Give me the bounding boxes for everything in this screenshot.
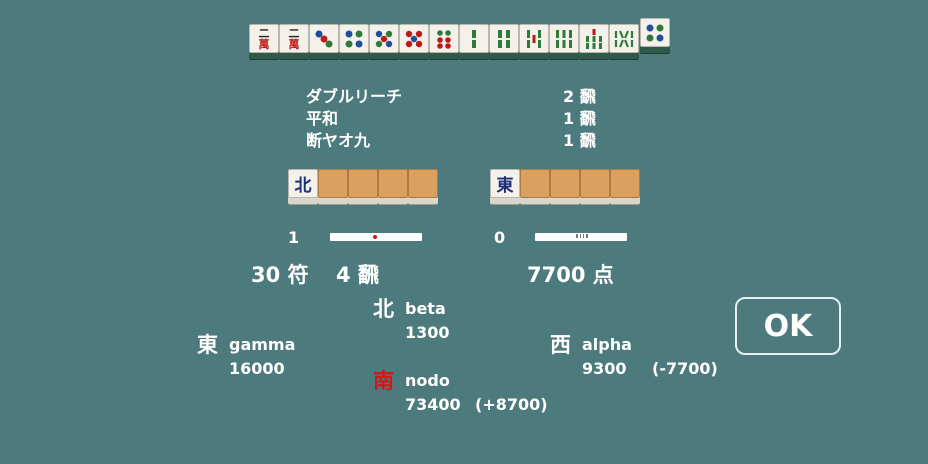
winning-hand: 二萬 二萬 xyxy=(249,18,670,60)
pin-5-tile xyxy=(369,24,399,53)
sou-5-tile xyxy=(519,24,549,53)
yaku-han-2: 1 飜 xyxy=(563,109,596,128)
east-player-score: 16000 xyxy=(229,359,285,378)
west-wind-label: 西 xyxy=(550,333,571,357)
yaku-name-2: 平和 xyxy=(306,109,339,128)
yaku-name-3: 断ヤオ九 xyxy=(306,131,371,150)
north-player-name: beta xyxy=(405,299,446,318)
south-player-delta: (+8700) xyxy=(475,395,548,414)
sou-6-tile xyxy=(549,24,579,53)
ok-button[interactable]: OK xyxy=(735,297,841,355)
pin-5-red-tile xyxy=(399,24,429,53)
man-2-tile: 二萬 xyxy=(249,24,279,53)
tile-back xyxy=(550,169,580,198)
yaku-han-1: 2 飜 xyxy=(563,87,596,106)
south-player-score: 73400 xyxy=(405,395,461,414)
pin-3-tile xyxy=(309,24,339,53)
north-wind-tile: 北 xyxy=(288,169,318,198)
sou-2-tile xyxy=(459,24,489,53)
sou-8-tile xyxy=(609,24,639,53)
sou-7-tile xyxy=(579,24,609,53)
dora-indicators: 北 xyxy=(288,169,438,198)
north-wind-label: 北 xyxy=(373,297,394,321)
west-player-name: alpha xyxy=(582,335,632,354)
tile-back xyxy=(318,169,348,198)
east-wind-tile: 東 xyxy=(490,169,520,198)
honba-stick-icon xyxy=(330,233,422,241)
riichi-stick-icon xyxy=(535,233,627,241)
tile-back xyxy=(348,169,378,198)
tile-back xyxy=(378,169,408,198)
honba-count: 1 xyxy=(288,228,300,247)
north-player-score: 1300 xyxy=(405,323,450,342)
points-value: 7700 点 xyxy=(527,263,614,287)
riichi-count: 0 xyxy=(494,228,506,247)
east-player-name: gamma xyxy=(229,335,296,354)
west-player-delta: (-7700) xyxy=(652,359,718,378)
han-total: 4 飜 xyxy=(336,263,379,287)
yaku-han-3: 1 飜 xyxy=(563,131,596,150)
uradora-indicators: 東 xyxy=(490,169,640,198)
sou-4-tile xyxy=(489,24,519,53)
pin-4-tile xyxy=(339,24,369,53)
pin-6-tile xyxy=(429,24,459,53)
tile-back xyxy=(408,169,438,198)
yaku-name-1: ダブルリーチ xyxy=(306,87,403,106)
west-player-score: 9300 xyxy=(582,359,627,378)
tile-back xyxy=(610,169,640,198)
tile-back xyxy=(580,169,610,198)
east-wind-label: 東 xyxy=(197,333,218,357)
pin-4-tile xyxy=(640,18,670,47)
tile-back xyxy=(520,169,550,198)
south-player-name: nodo xyxy=(405,371,450,390)
south-wind-label: 南 xyxy=(373,369,394,393)
fu-value: 30 符 xyxy=(251,263,309,287)
man-2-tile: 二萬 xyxy=(279,24,309,53)
